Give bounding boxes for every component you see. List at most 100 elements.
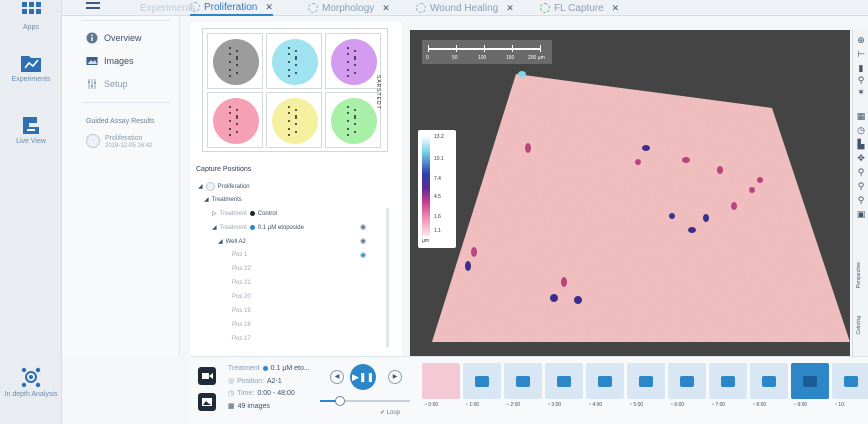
- tree-scrollbar[interactable]: [386, 208, 389, 348]
- tree-item-etoposide[interactable]: ◢ Treatment 0.1 μM etoposide: [212, 224, 304, 232]
- timeline-thumbnail[interactable]: [463, 363, 501, 399]
- timeline-thumbnail[interactable]: [791, 363, 829, 399]
- rail-experiments[interactable]: Experiments: [0, 52, 62, 83]
- cell-speck: [288, 120, 290, 122]
- play-pause-button[interactable]: ▶❚❚: [350, 364, 376, 390]
- rail-apps[interactable]: Apps: [0, 0, 62, 31]
- timeline-time-label: ◔ 7:00: [711, 402, 726, 408]
- cell-speck: [229, 128, 231, 130]
- timeline-thumbnail[interactable]: [586, 363, 624, 399]
- timeline-thumbnail[interactable]: [545, 363, 583, 399]
- well-b2[interactable]: [266, 92, 322, 148]
- timeline-thumbnail[interactable]: [709, 363, 747, 399]
- scale-tick: [456, 45, 457, 52]
- tree-item-control[interactable]: ▷ Treatment Control: [212, 210, 278, 218]
- tab-fl-capture[interactable]: FL Capture ✕: [540, 0, 619, 16]
- tree-item-treatments[interactable]: ◢ Treatments: [204, 196, 242, 204]
- pointer-icon[interactable]: ✥: [856, 154, 866, 163]
- tree-item-pos[interactable]: Pos 18: [232, 322, 251, 328]
- well-b1[interactable]: [207, 92, 263, 148]
- scale-tick: [428, 45, 429, 52]
- tab-proliferation[interactable]: Proliferation ✕: [190, 0, 273, 16]
- cell-speck: [354, 123, 356, 125]
- image-viewer[interactable]: 0 50 100 150 200 µm 13.2 10.1 7.4 4.5 1.…: [410, 30, 850, 358]
- visibility-eye-icon[interactable]: ◉: [360, 237, 366, 245]
- tree-item-pos[interactable]: Pos 22: [232, 266, 251, 272]
- timer-icon[interactable]: ◷: [856, 126, 866, 135]
- tab-morphology[interactable]: Morphology ✕: [308, 0, 390, 16]
- visibility-eye-icon[interactable]: ◉: [360, 251, 366, 259]
- image-placeholder-icon: [475, 375, 489, 387]
- tree-item-pos[interactable]: Pos 1: [232, 252, 247, 258]
- cell-speck: [236, 58, 238, 60]
- playback-slider[interactable]: [320, 396, 410, 406]
- tree-item-pos[interactable]: Pos 17: [232, 336, 251, 342]
- histogram-icon[interactable]: ▙: [856, 140, 866, 149]
- snapshot-button[interactable]: [198, 393, 216, 411]
- tab-experiments[interactable]: Experiments: [140, 0, 196, 16]
- well-a1[interactable]: [207, 33, 263, 89]
- bulb-icon[interactable]: ✶: [856, 88, 866, 97]
- previous-frame-button[interactable]: ◀: [330, 370, 344, 384]
- nav-images[interactable]: Images: [86, 55, 134, 67]
- tree-item-pos[interactable]: Pos 20: [232, 294, 251, 300]
- close-tab-icon[interactable]: ✕: [382, 3, 390, 14]
- tree-item-pos[interactable]: Pos 19: [232, 308, 251, 314]
- time-info: ◷ Time: 0:00 - 48:00: [228, 389, 295, 398]
- nav-setup[interactable]: Setup: [86, 78, 128, 90]
- rail-in-depth-analysis[interactable]: In depth Analysis: [0, 366, 62, 399]
- save-icon[interactable]: ▣: [856, 210, 866, 219]
- close-tab-icon[interactable]: ✕: [506, 3, 514, 14]
- plus-icon[interactable]: ⊕: [856, 36, 866, 45]
- tab-wound-healing[interactable]: Wound Healing ✕: [416, 0, 514, 16]
- cell-image-3d[interactable]: [410, 30, 850, 358]
- timeline-thumbnail[interactable]: [422, 363, 460, 399]
- timeline-thumbnail[interactable]: [668, 363, 706, 399]
- timeline-thumbnail[interactable]: [750, 363, 788, 399]
- tree-label: 0.1 μM etoposide: [257, 224, 304, 231]
- cell-speck: [295, 50, 297, 52]
- tree-label: Proliferation: [217, 183, 250, 190]
- timeline-thumbnail[interactable]: [832, 363, 868, 399]
- settings-grid-icon[interactable]: ▦: [856, 112, 866, 121]
- tab-morphology-label: Morphology: [322, 2, 375, 14]
- close-tab-icon[interactable]: ✕: [612, 3, 620, 14]
- cell-speck: [354, 115, 356, 117]
- tree-label: Control: [257, 210, 278, 217]
- video-camera-button[interactable]: [198, 367, 216, 385]
- rail-live-view[interactable]: Live View: [0, 114, 62, 145]
- visibility-eye-icon[interactable]: ◉: [360, 223, 366, 231]
- tree-item-pos[interactable]: Pos 21: [232, 280, 251, 286]
- zoom-fit-icon[interactable]: ⚲: [856, 196, 866, 205]
- ruler-icon[interactable]: ▮: [856, 64, 866, 73]
- height-color-legend: 13.2 10.1 7.4 4.5 1.6 1.1 µm: [418, 130, 456, 248]
- cell-speck: [347, 53, 349, 55]
- pin-icon[interactable]: ⚲: [856, 76, 866, 85]
- timeline-thumbnail[interactable]: [504, 363, 542, 399]
- cell-speck: [295, 72, 297, 74]
- well-a2[interactable]: [266, 33, 322, 89]
- time-label: Time:: [237, 389, 255, 397]
- next-frame-button[interactable]: ▶: [388, 370, 402, 384]
- legend-tick: 1.1: [434, 228, 441, 234]
- well-b3[interactable]: [325, 92, 381, 148]
- slider-handle[interactable]: [334, 396, 345, 406]
- assay-result-proliferation[interactable]: Proliferation 2019-12-05 16:42: [86, 134, 152, 149]
- tree-item-proliferation[interactable]: ◢ Proliferation: [198, 182, 250, 191]
- coloring-label[interactable]: Coloring: [856, 316, 862, 335]
- loop-toggle[interactable]: ✔ Loop: [380, 409, 400, 416]
- close-tab-icon[interactable]: ✕: [265, 2, 273, 13]
- tree-item-well-a2[interactable]: ◢ Well A2: [218, 238, 246, 246]
- menu-icon[interactable]: [86, 2, 100, 12]
- plate-brand-label: SARSTEDT: [375, 75, 381, 110]
- timeline-thumbnail[interactable]: [627, 363, 665, 399]
- minus-icon[interactable]: ⊢: [856, 50, 866, 59]
- image-placeholder-icon: [844, 375, 858, 387]
- well-a3[interactable]: [325, 33, 381, 89]
- nav-overview[interactable]: Overview: [86, 32, 142, 44]
- zoom-in-icon[interactable]: ⚲: [856, 168, 866, 177]
- perspective-label[interactable]: Perspective: [856, 262, 862, 288]
- timeline-time-label: ◔ 1:00: [465, 402, 480, 408]
- zoom-out-icon[interactable]: ⚲: [856, 182, 866, 191]
- timeline-time-label: ◔ 6:00: [670, 402, 685, 408]
